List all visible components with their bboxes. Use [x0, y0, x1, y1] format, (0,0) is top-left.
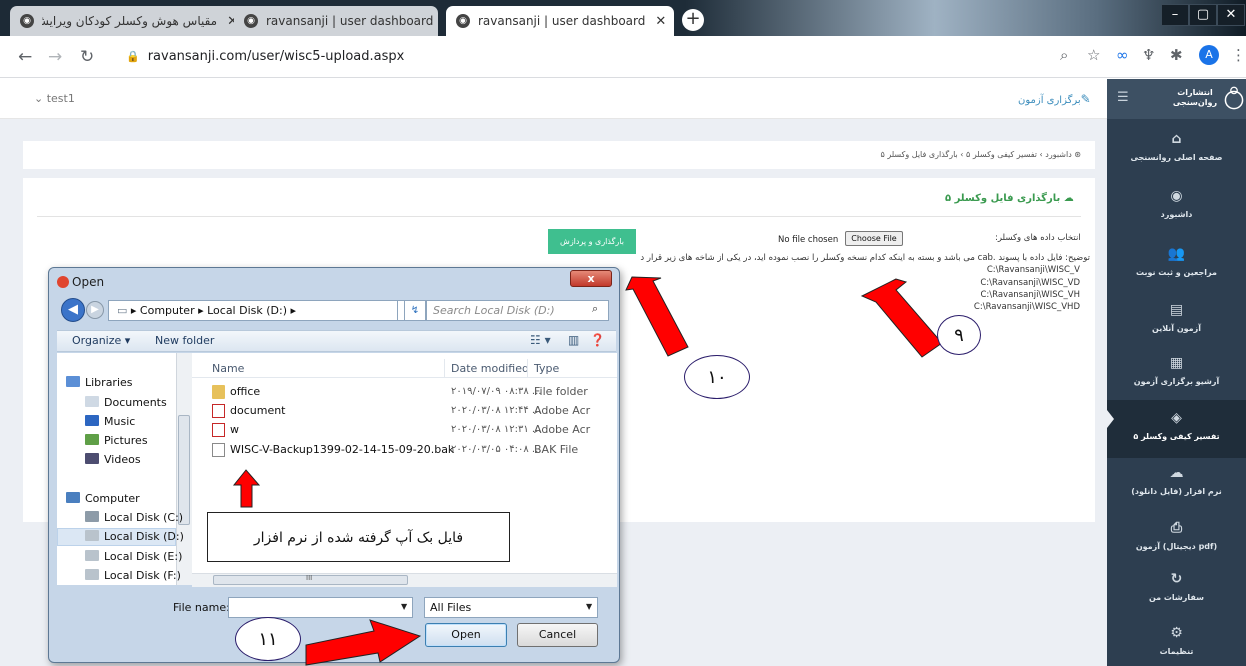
- step-10-badge: ۱۰: [684, 355, 750, 399]
- step-11-badge: ۱۱: [235, 617, 301, 661]
- arrow-step-9: [860, 278, 943, 358]
- annotation-arrows: [232, 276, 943, 666]
- arrow-step-10: [625, 276, 689, 357]
- annotation-note: فایل بک آپ گرفته شده از نرم افزار: [207, 512, 510, 562]
- arrow-note-up: [232, 469, 261, 508]
- arrow-step-11: [305, 619, 422, 666]
- step-9-badge: ۹: [937, 315, 981, 355]
